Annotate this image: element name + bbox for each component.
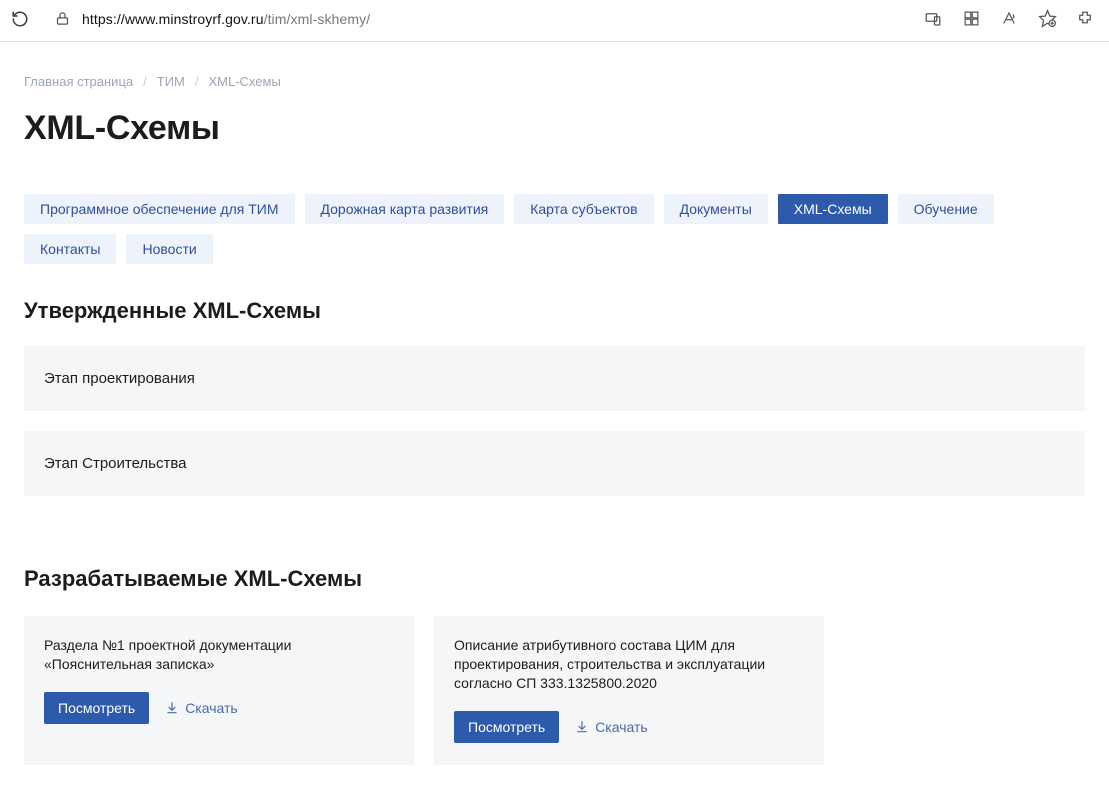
tab-software-tim[interactable]: Программное обеспечение для ТИМ [24,194,295,224]
section-heading-developing: Разрабатываемые XML-Схемы [24,566,1085,592]
grid-icon[interactable] [961,9,981,29]
breadcrumb: Главная страница / ТИМ / XML-Схемы [24,74,1085,89]
url-bar[interactable]: https://www.minstroyrf.gov.ru/tim/xml-sk… [42,4,901,34]
tabs-row: Программное обеспечение для ТИМ Дорожная… [24,194,1085,264]
refresh-icon[interactable] [10,9,30,29]
read-aloud-icon[interactable] [999,9,1019,29]
breadcrumb-home[interactable]: Главная страница [24,74,133,89]
download-label: Скачать [185,700,238,716]
tab-contacts[interactable]: Контакты [24,234,116,264]
accordion-item-construction-stage[interactable]: Этап Строительства [24,431,1085,496]
browser-address-bar: https://www.minstroyrf.gov.ru/tim/xml-sk… [0,0,1109,42]
breadcrumb-tim[interactable]: ТИМ [157,74,185,89]
tab-subjects-map[interactable]: Карта субъектов [514,194,653,224]
tab-xml-schemes[interactable]: XML-Схемы [778,194,888,224]
view-button[interactable]: Посмотреть [44,692,149,724]
url-host: https://www.minstroyrf.gov.ru [82,11,264,27]
view-button[interactable]: Посмотреть [454,711,559,743]
tab-training[interactable]: Обучение [898,194,994,224]
download-label: Скачать [595,719,648,735]
download-icon [165,701,179,715]
favorite-icon[interactable] [1037,9,1057,29]
download-link[interactable]: Скачать [165,700,238,716]
url-path: /tim/xml-skhemy/ [264,11,371,27]
url-text: https://www.minstroyrf.gov.ru/tim/xml-sk… [82,11,370,27]
accordion-item-design-stage[interactable]: Этап проектирования [24,346,1085,411]
tab-documents[interactable]: Документы [664,194,768,224]
lock-icon [52,9,72,29]
card-text: Описание атрибутивного состава ЦИМ для п… [454,636,804,693]
browser-right-icons [923,9,1095,29]
section-heading-approved: Утвержденные XML-Схемы [24,298,1085,324]
cards-row: Раздела №1 проектной документации «Поясн… [24,616,1085,765]
card-cim-attribute-description: Описание атрибутивного состава ЦИМ для п… [434,616,824,765]
tab-roadmap[interactable]: Дорожная карта развития [305,194,505,224]
tab-news[interactable]: Новости [126,234,212,264]
card-text: Раздела №1 проектной документации «Поясн… [44,636,394,674]
download-icon [575,720,589,734]
breadcrumb-current: XML-Схемы [209,74,281,89]
download-link[interactable]: Скачать [575,719,648,735]
card-actions: Посмотреть Скачать [454,711,804,743]
accordion-approved: Этап проектирования Этап Строительства [24,346,1085,496]
extensions-icon[interactable] [1075,9,1095,29]
card-actions: Посмотреть Скачать [44,692,394,724]
page-title: XML-Схемы [24,109,1085,148]
breadcrumb-sep: / [143,74,147,89]
device-icon[interactable] [923,9,943,29]
breadcrumb-sep: / [195,74,199,89]
card-section1-explanatory-note: Раздела №1 проектной документации «Поясн… [24,616,414,765]
